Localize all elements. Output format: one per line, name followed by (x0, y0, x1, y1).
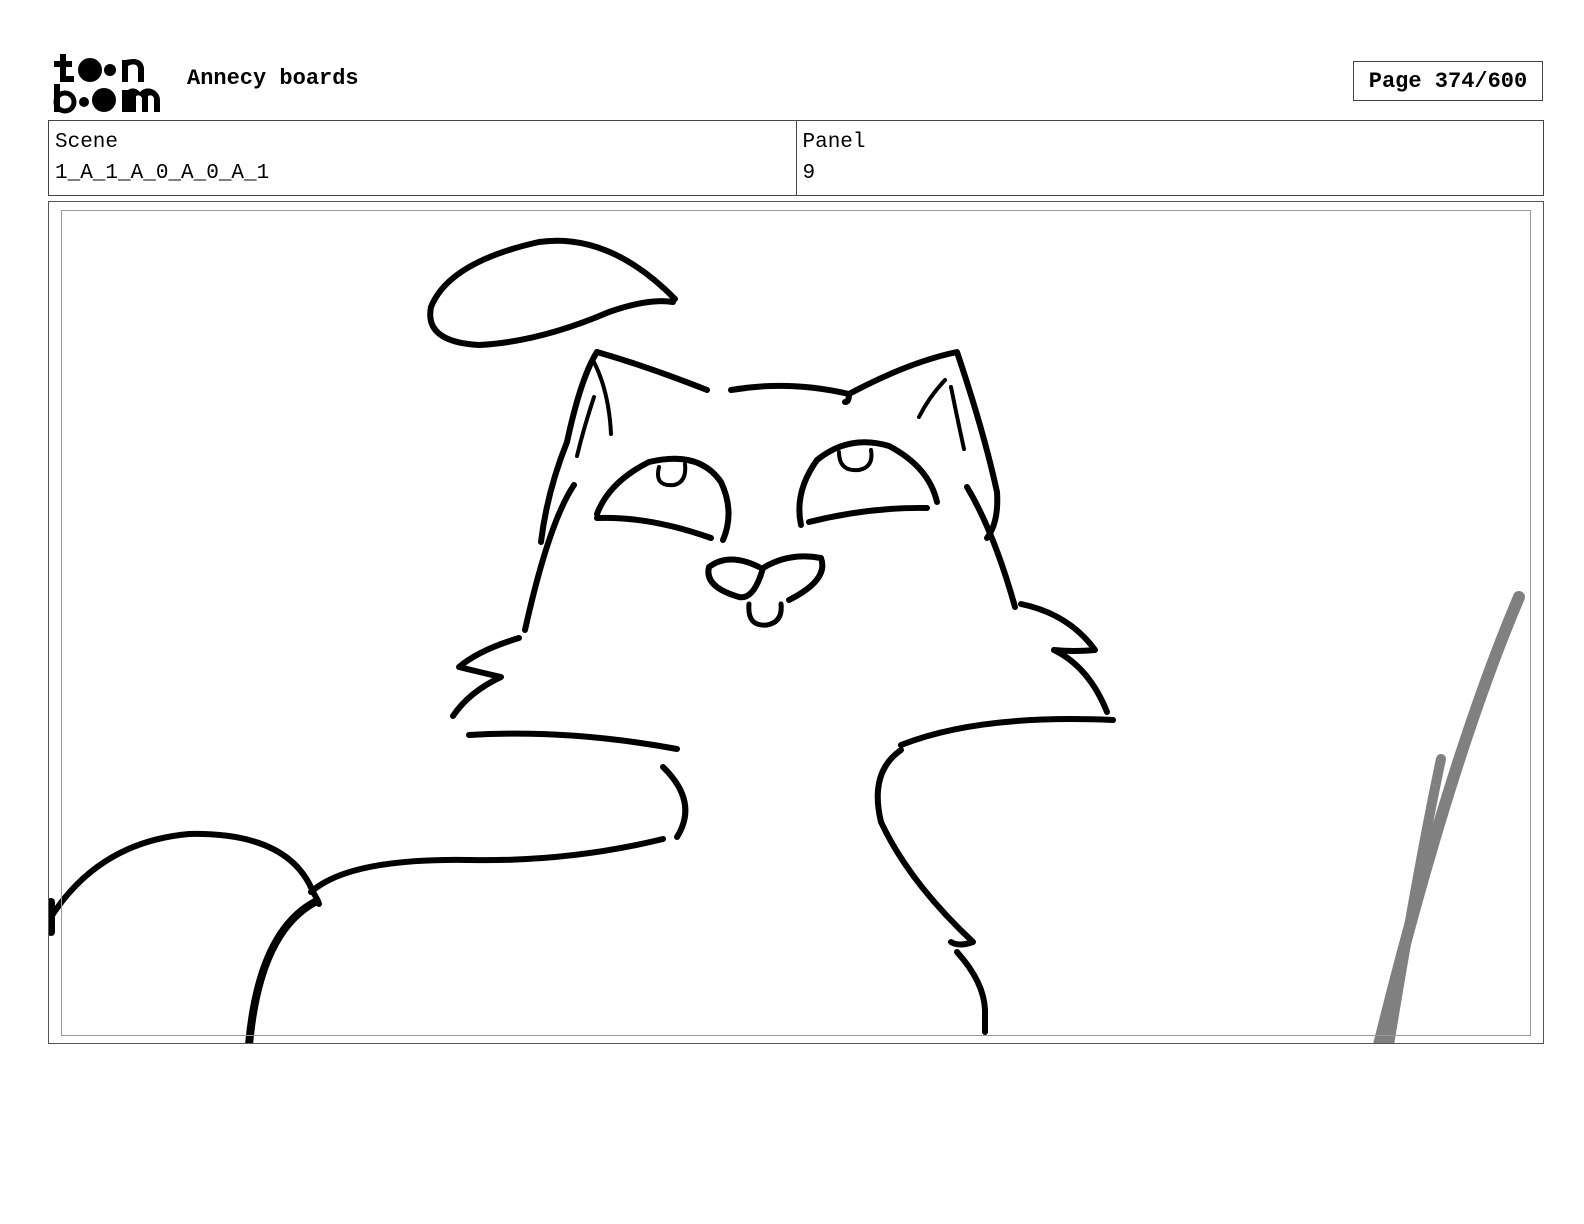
storyboard-panel (48, 201, 1544, 1044)
pencil-stroke-b (1384, 754, 1446, 1043)
head-left-outline (538, 349, 600, 545)
left-ear-inner-a (592, 360, 613, 436)
right-pupil (837, 448, 874, 473)
left-pupil (656, 462, 688, 488)
app-title: Annecy boards (187, 66, 359, 91)
right-ear-inner-a (917, 378, 947, 419)
scene-panel-info: Scene 1_A_1_A_0_A_0_A_1 Panel 9 (48, 120, 1544, 196)
right-ear-inner-b (949, 385, 966, 451)
left-cheek-fur (450, 635, 522, 719)
left-arm-paw (660, 764, 689, 840)
right-eye-bottom (806, 504, 930, 525)
floating-tuft-stroke (427, 237, 678, 348)
left-eye-top (594, 455, 732, 543)
toonboom-logo-icon (53, 54, 160, 114)
right-body-outline (874, 747, 976, 948)
page-indicator-label: Page 374/600 (1368, 68, 1528, 94)
right-leg-outline (954, 949, 988, 1035)
panel-label: Panel (802, 131, 866, 154)
panel-value: 9 (802, 162, 816, 185)
right-cheek-fur (1018, 601, 1110, 715)
left-ear-top (594, 349, 710, 393)
scene-label: Scene (55, 131, 119, 154)
hip-curve (245, 898, 319, 1043)
page-indicator: Page 374/600 (1353, 61, 1543, 101)
tail-curve (49, 830, 322, 920)
cheek-right (964, 484, 1018, 610)
panel-cell: Panel 9 (795, 121, 1544, 195)
body-line (308, 836, 666, 895)
head-top (728, 382, 852, 405)
left-eye-bottom (594, 514, 714, 541)
cat-sketch-drawing (49, 237, 1525, 1043)
left-ear-inner-b (575, 395, 596, 458)
scene-cell: Scene 1_A_1_A_0_A_0_A_1 (49, 121, 796, 195)
nose (705, 553, 826, 603)
scene-value: 1_A_1_A_0_A_0_A_1 (55, 162, 270, 185)
mouth (746, 601, 784, 628)
right-arm-top (898, 716, 1116, 748)
toonboom-logo (50, 50, 168, 114)
left-arm-top (466, 730, 680, 752)
